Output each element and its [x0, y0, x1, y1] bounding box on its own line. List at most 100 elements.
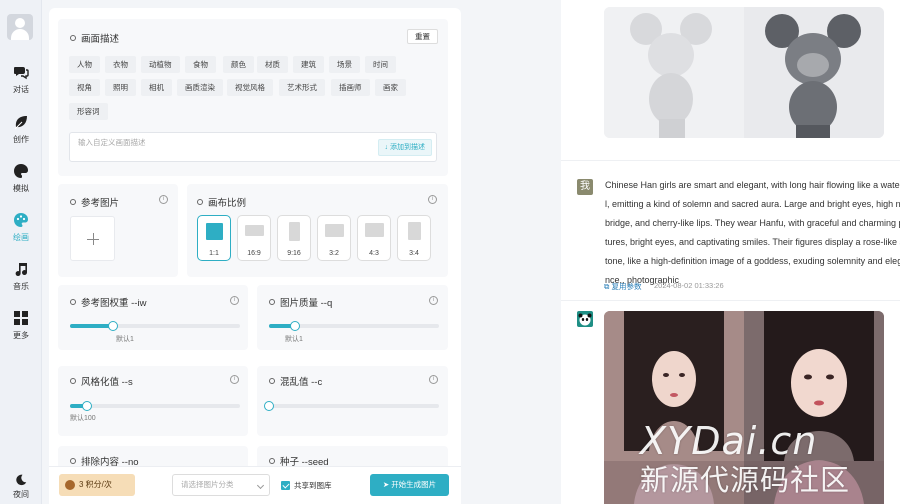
bullet-icon [197, 199, 203, 205]
music-icon [15, 263, 28, 277]
nav-item-chat[interactable]: 对话 [0, 64, 42, 100]
tag-time[interactable]: 时间 [365, 56, 396, 73]
tag-flora-fauna[interactable]: 动植物 [141, 56, 180, 73]
add-to-description-button[interactable]: ↓ 添加到描述 [377, 139, 432, 156]
ratio-option-3-2[interactable]: 3:2 [317, 215, 351, 261]
iw-slider[interactable] [70, 321, 240, 331]
bullet-icon [70, 458, 76, 464]
ratio-shape [325, 224, 344, 237]
ratio-shape [289, 222, 300, 241]
info-icon[interactable]: i [230, 296, 239, 305]
cookie-icon [65, 480, 75, 490]
tag-lighting[interactable]: 照明 [105, 79, 136, 96]
tag-clothing[interactable]: 衣物 [105, 56, 136, 73]
info-icon[interactable]: i [230, 375, 239, 384]
bullet-icon [70, 199, 76, 205]
bullet-icon [70, 378, 76, 384]
tag-illustrator[interactable]: 插画师 [331, 79, 370, 96]
nav-item-simulate[interactable]: 模拟 [0, 163, 42, 199]
user-message-avatar: 我 [577, 179, 593, 195]
tag-view[interactable]: 视角 [69, 79, 100, 96]
settings-panel: 画面描述 重置 人物 衣物 动植物 食物 颜色 材质 建筑 场景 时间 视角 照… [49, 8, 461, 504]
stylize-title: 风格化值 --s [70, 374, 133, 388]
left-nav: 对话 创作 模拟 绘画 音乐 更多 夜间 [0, 0, 42, 504]
generated-image-grid-2[interactable] [604, 311, 884, 504]
iw-default-hint: 默认1 [116, 336, 134, 343]
nav-item-draw[interactable]: 绘画 [0, 212, 42, 248]
ratio-shape [408, 222, 421, 240]
nav-item-create[interactable]: 创作 [0, 114, 42, 150]
ratio-option-1-1[interactable]: 1:1 [197, 215, 231, 261]
tag-person[interactable]: 人物 [69, 56, 100, 73]
nav-item-music[interactable]: 音乐 [0, 261, 42, 297]
bullet-icon [70, 299, 76, 305]
bot-avatar [577, 311, 593, 327]
info-icon[interactable]: i [429, 375, 438, 384]
quality-slider[interactable] [269, 321, 439, 331]
reference-title: 参考图片 [70, 195, 119, 209]
slider-thumb[interactable] [264, 401, 274, 411]
canvas-ratio-title: 画布比例 [197, 195, 246, 209]
tag-visual-style[interactable]: 视觉风格 [227, 79, 273, 96]
tag-color[interactable]: 颜色 [223, 56, 254, 73]
nav-label: 绘画 [13, 233, 29, 242]
tag-painter[interactable]: 画家 [375, 79, 406, 96]
tag-food[interactable]: 食物 [185, 56, 216, 73]
slider-thumb[interactable] [82, 401, 92, 411]
simulate-icon [14, 164, 28, 178]
ratio-shape [206, 223, 223, 240]
nav-label: 创作 [13, 135, 29, 144]
nav-label: 音乐 [13, 282, 29, 291]
tag-scene[interactable]: 场景 [329, 56, 360, 73]
moon-icon [16, 474, 27, 486]
info-icon[interactable]: i [159, 195, 168, 204]
tag-building[interactable]: 建筑 [293, 56, 324, 73]
share-to-gallery-checkbox[interactable]: 共享到图库 [281, 480, 332, 491]
reuse-params-link[interactable]: ⧉ 复用参数 [604, 281, 641, 292]
user-avatar[interactable] [7, 14, 33, 40]
chat-icon [14, 67, 29, 80]
leaf-icon [14, 116, 27, 130]
user-prompt-message: Chinese Han girls are smart and elegant,… [605, 180, 900, 285]
bullet-icon [269, 458, 275, 464]
ratio-option-4-3[interactable]: 4:3 [357, 215, 391, 261]
upload-reference-button[interactable] [70, 216, 115, 261]
generate-image-button[interactable]: ➤ 开始生成图片 [370, 474, 449, 496]
tag-material[interactable]: 材质 [257, 56, 288, 73]
category-select[interactable]: 请选择图片分类 [172, 474, 270, 496]
ratio-option-16-9[interactable]: 16:9 [237, 215, 271, 261]
slider-thumb[interactable] [289, 321, 300, 331]
nav-item-night[interactable]: 夜间 [0, 474, 42, 504]
ratio-shape [245, 225, 264, 236]
info-icon[interactable]: i [428, 195, 437, 204]
nav-label: 更多 [13, 331, 29, 340]
tag-adjective[interactable]: 形容词 [69, 103, 108, 120]
credits-badge[interactable]: 3 积分/次 [59, 474, 135, 496]
nav-label: 模拟 [13, 184, 29, 193]
tag-rendering[interactable]: 画质渲染 [177, 79, 223, 96]
mickey-statue-image [604, 7, 884, 138]
panda-icon [578, 313, 592, 326]
generated-image-grid-1[interactable] [604, 7, 884, 138]
nav-label: 对话 [13, 85, 29, 94]
slider-thumb[interactable] [107, 321, 118, 331]
ratio-option-9-16[interactable]: 9:16 [277, 215, 311, 261]
stylize-slider[interactable] [70, 401, 240, 411]
send-icon: ➤ [382, 480, 392, 489]
nav-label: 夜间 [13, 490, 29, 499]
palette-icon [14, 213, 28, 227]
chevron-down-icon [256, 481, 265, 490]
reset-button[interactable]: 重置 [407, 29, 438, 44]
quality-default-hint: 默认1 [285, 336, 303, 343]
bullet-icon [269, 378, 275, 384]
chaos-slider[interactable] [264, 401, 439, 411]
tag-art-form[interactable]: 艺术形式 [279, 79, 325, 96]
info-icon[interactable]: i [429, 296, 438, 305]
ratio-option-3-4[interactable]: 3:4 [397, 215, 431, 261]
hanfu-girls-image [604, 311, 884, 504]
tag-camera[interactable]: 相机 [141, 79, 172, 96]
stylize-default-hint: 默认100 [70, 415, 96, 422]
nav-item-more[interactable]: 更多 [0, 310, 42, 346]
quality-title: 图片质量 --q [269, 295, 332, 309]
custom-description-input[interactable] [70, 133, 360, 159]
